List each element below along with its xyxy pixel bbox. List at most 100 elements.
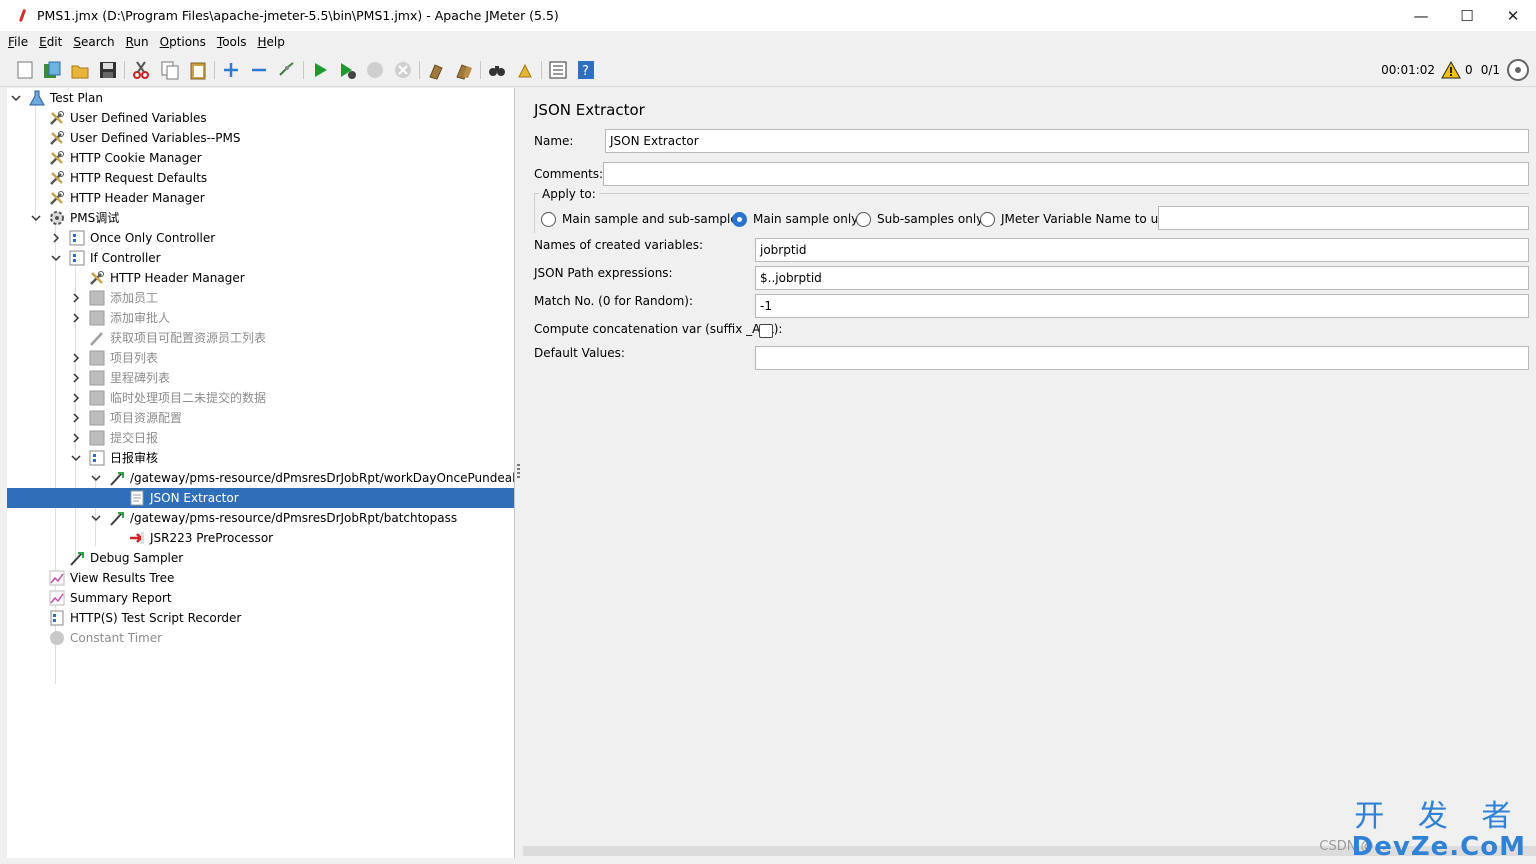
chevron-right-icon[interactable] [71,393,81,403]
config-icon [49,110,65,126]
reset-search-button[interactable] [514,59,536,81]
tree-node-label: 项目资源配置 [110,411,183,425]
config-icon [49,130,65,146]
tree-node[interactable]: Once Only Controller [7,228,514,248]
config-icon [49,170,65,186]
menu-options[interactable]: Options [156,35,210,49]
expand-all-button[interactable] [220,59,242,81]
open-button[interactable] [69,59,91,81]
menu-help[interactable]: Help [254,35,289,49]
chevron-right-icon[interactable] [71,313,81,323]
function-helper-button[interactable] [547,59,569,81]
save-button[interactable] [97,59,119,81]
maximize-button[interactable]: ☐ [1444,0,1490,31]
variable-names-field[interactable]: jobrptid [755,238,1529,262]
tree-node[interactable]: HTTP Header Manager [7,268,514,288]
clear-all-button[interactable] [453,59,475,81]
clear-button[interactable] [425,59,447,81]
close-button[interactable]: ✕ [1490,0,1536,31]
tree-node[interactable]: 项目资源配置 [7,408,514,428]
tree-node[interactable]: Constant Timer [7,628,514,648]
tree-node[interactable]: 提交日报 [7,428,514,448]
tree-node-label: Test Plan [50,91,103,105]
chevron-down-icon[interactable] [31,213,41,223]
default-values-field[interactable] [755,346,1529,370]
tree-node[interactable]: HTTP Request Defaults [7,168,514,188]
chevron-down-icon[interactable] [91,473,101,483]
name-field[interactable]: JSON Extractor [605,129,1529,153]
radio-sub-only[interactable]: Sub-samples only [856,210,983,228]
tree-node[interactable]: 添加审批人 [7,308,514,328]
match-no-field[interactable]: -1 [755,294,1529,318]
list-icon [549,61,567,79]
pane-splitter[interactable] [515,88,523,858]
tree-node[interactable]: JSR223 PreProcessor [7,528,514,548]
minimize-button[interactable]: — [1398,0,1444,31]
chevron-down-icon[interactable] [71,453,81,463]
new-button[interactable] [14,59,36,81]
chevron-down-icon[interactable] [51,253,61,263]
tree-node[interactable]: User Defined Variables--PMS [7,128,514,148]
tree-node[interactable]: 临时处理项目二未提交的数据 [7,388,514,408]
comments-field[interactable] [603,162,1529,186]
tree-node[interactable]: 添加员工 [7,288,514,308]
paste-button[interactable] [187,59,209,81]
collapse-all-button[interactable] [248,59,270,81]
chevron-right-icon[interactable] [71,293,81,303]
chevron-right-icon[interactable] [71,373,81,383]
json-path-field[interactable]: $..jobrptid [755,266,1529,290]
tree-node[interactable]: HTTP Header Manager [7,188,514,208]
radio-circle[interactable] [541,211,556,227]
tree-node[interactable]: 获取项目可配置资源员工列表 [7,328,514,348]
chevron-down-icon[interactable] [91,513,101,523]
menu-search[interactable]: Search [69,35,118,49]
broom-icon [429,64,443,80]
tree-node[interactable]: JSON Extractor [7,488,514,508]
tree-node[interactable]: View Results Tree [7,568,514,588]
copy-button[interactable] [159,59,181,81]
tree-node[interactable]: Debug Sampler [7,548,514,568]
start-button[interactable] [309,59,331,81]
tree-node[interactable]: 日报审核 [7,448,514,468]
radio-jmeter-variable[interactable]: JMeter Variable Name to use [980,210,1172,228]
menu-run[interactable]: Run [122,35,153,49]
controller-icon [89,290,105,306]
radio-circle[interactable] [856,211,871,227]
tree-node[interactable]: /gateway/pms-resource/dPmsresDrJobRpt/wo… [7,468,514,488]
radio-circle-selected[interactable] [732,211,747,227]
toggle-button[interactable] [276,59,298,81]
tree-node[interactable]: Test Plan [7,88,514,108]
menu-edit[interactable]: Edit [35,35,66,49]
radio-main-only[interactable]: Main sample only [732,210,858,228]
jmeter-variable-field[interactable] [1158,206,1529,230]
tree-node[interactable]: 里程碑列表 [7,368,514,388]
tree-node[interactable]: If Controller [7,248,514,268]
chevron-down-icon[interactable] [11,93,21,103]
menu-tools[interactable]: Tools [213,35,251,49]
tree-node[interactable]: HTTP(S) Test Script Recorder [7,608,514,628]
chevron-right-icon[interactable] [51,233,61,243]
radio-circle[interactable] [980,211,995,227]
tree-node[interactable]: User Defined Variables [7,108,514,128]
tree-node[interactable]: HTTP Cookie Manager [7,148,514,168]
chevron-right-icon[interactable] [71,433,81,443]
templates-button[interactable] [41,59,63,81]
concat-checkbox[interactable] [759,324,773,338]
tree-node[interactable]: PMS调试 [7,208,514,228]
radio-main-and-sub[interactable]: Main sample and sub-samples [541,210,744,228]
cut-button[interactable] [130,59,152,81]
stop-button[interactable] [364,59,386,81]
menu-file[interactable]: File [4,35,32,49]
start-no-pauses-button[interactable] [336,59,358,81]
save-icon [100,62,116,78]
chevron-right-icon[interactable] [71,413,81,423]
search-button[interactable] [486,59,508,81]
chevron-right-icon[interactable] [71,353,81,363]
shutdown-button[interactable] [392,59,414,81]
warning-icon[interactable] [1441,61,1461,79]
tree-node-label: 添加员工 [110,291,159,305]
tree-node[interactable]: 项目列表 [7,348,514,368]
tree-node[interactable]: /gateway/pms-resource/dPmsresDrJobRpt/ba… [7,508,514,528]
tree-node[interactable]: Summary Report [7,588,514,608]
help-button[interactable]: ? [575,59,597,81]
